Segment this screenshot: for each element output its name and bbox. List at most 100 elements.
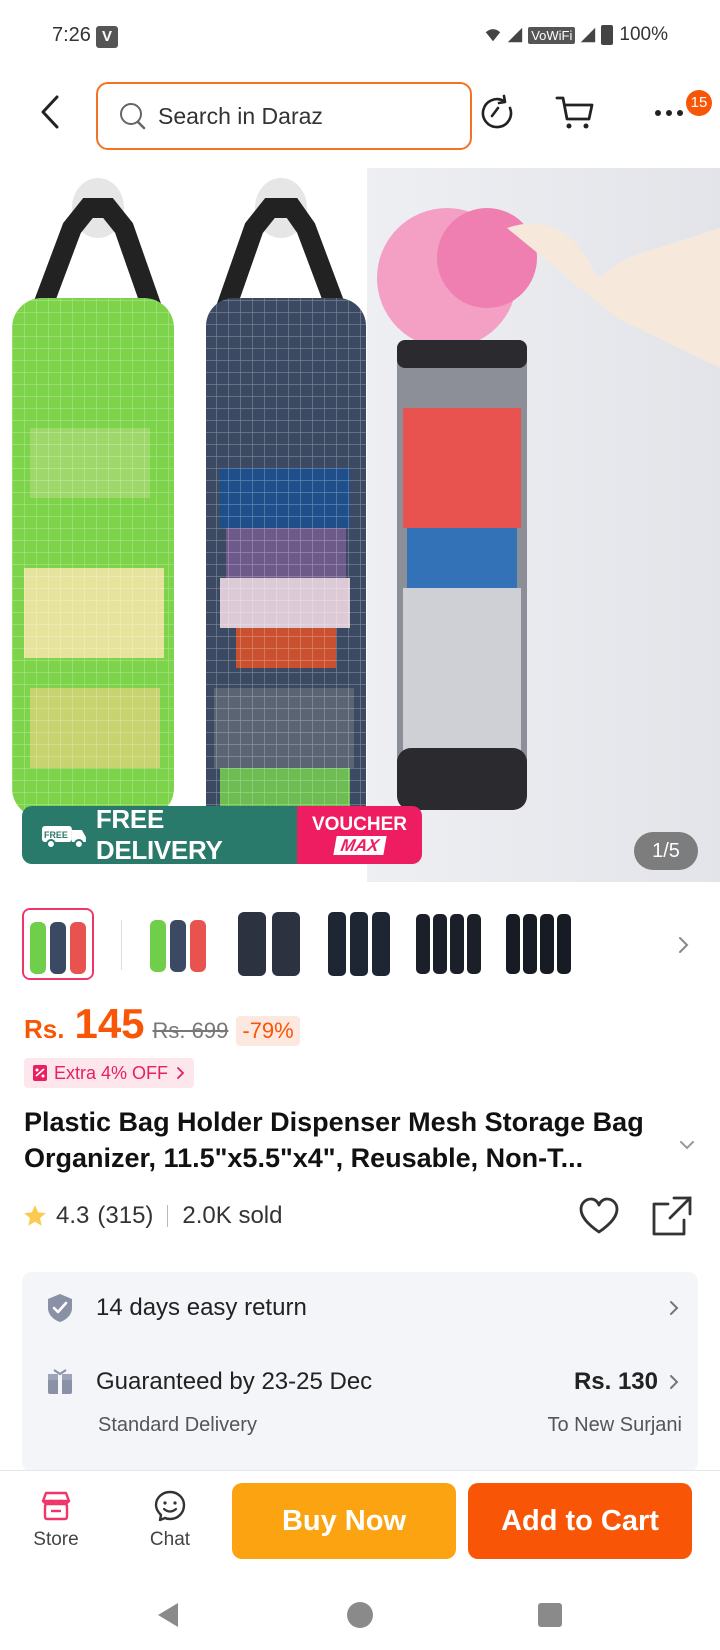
return-policy-text: 14 days easy return [96, 1294, 307, 1321]
vowifi-label: VoWiFi [528, 26, 576, 44]
add-to-cart-button[interactable]: Add to Cart [468, 1483, 692, 1559]
product-photo-bags [12, 178, 366, 858]
thumbnail-image [144, 908, 216, 980]
chevron-right-icon [670, 1375, 679, 1389]
package-icon [48, 1369, 72, 1394]
voucher-max-text: MAX [332, 836, 387, 855]
chevron-right-icon [679, 937, 689, 953]
share-icon [652, 1196, 692, 1236]
shield-check-icon [48, 1294, 72, 1322]
delivery-price: Rs. 130 [573, 1368, 658, 1395]
history-button[interactable] [474, 90, 520, 136]
wifi-icon [486, 29, 501, 42]
store-tab[interactable]: Store [16, 1489, 96, 1551]
cart-icon [555, 96, 594, 129]
product-image-gallery[interactable]: 1/5 [0, 168, 720, 882]
thumbnail-next-button[interactable] [672, 930, 696, 960]
thumbnail-strip [0, 900, 720, 990]
thumbnail-image [324, 908, 396, 980]
chevron-down-icon [680, 1141, 694, 1150]
store-label: Store [33, 1529, 79, 1550]
voucher-max-badge: VOUCHER MAX [297, 806, 422, 864]
carrier-badge: V [96, 26, 118, 48]
return-policy-row[interactable]: 14 days easy return [22, 1272, 698, 1342]
product-image-left [0, 168, 367, 882]
top-header: Search in Daraz [0, 78, 720, 154]
chevron-right-icon [177, 1067, 185, 1079]
nav-back-icon[interactable] [154, 1600, 184, 1630]
signal-icon [508, 27, 523, 43]
system-navigation-bar [0, 1578, 720, 1650]
product-photo-dispenser [377, 208, 720, 810]
thumbnail-2[interactable] [144, 908, 216, 980]
thumbnail-image [24, 910, 92, 978]
signal-icon-2 [581, 27, 596, 43]
thumbnail-image [504, 908, 576, 980]
star-icon [24, 1205, 46, 1226]
delivery-type-text: Standard Delivery [98, 1414, 257, 1436]
rating-value: 4.3 [56, 1202, 90, 1229]
chat-icon [154, 1490, 186, 1522]
thumbnail-1[interactable] [22, 908, 94, 980]
thumbnail-image [234, 908, 306, 980]
free-delivery-badge: FREE FREE DELIVERY [22, 806, 297, 864]
free-delivery-text: FREE DELIVERY [95, 806, 223, 864]
store-icon [41, 1491, 71, 1521]
status-icons: VoWiFi 100% [484, 24, 668, 46]
nav-recents-icon[interactable] [535, 1600, 565, 1630]
free-badge-text: FREE [44, 830, 68, 840]
title-expand-button[interactable] [676, 1134, 698, 1156]
discount-badge: -79% [236, 1016, 300, 1046]
more-icon [655, 110, 683, 116]
promo-banner: FREE FREE DELIVERY VOUCHER MAX [22, 806, 422, 864]
price-value: 145 [74, 1000, 145, 1047]
voucher-text: VOUCHER [311, 814, 407, 835]
cart-button[interactable] [552, 90, 598, 136]
cart-count-badge: 15 [686, 90, 712, 116]
gallery-counter: 1/5 [634, 832, 698, 870]
nav-home-icon[interactable] [345, 1600, 375, 1630]
product-title: Plastic Bag Holder Dispenser Mesh Storag… [24, 1107, 644, 1173]
sold-count: 2.0K sold [182, 1202, 283, 1229]
back-arrow-icon [41, 95, 59, 129]
chat-label: Chat [149, 1529, 191, 1550]
battery-icon [601, 25, 614, 45]
bottom-action-bar: Store Chat Buy Now Add to Cart [0, 1470, 720, 1578]
search-placeholder: Search in Daraz [158, 102, 323, 129]
rating-divider [167, 1205, 169, 1227]
history-icon [481, 94, 513, 129]
price-row: Rs. 145 Rs. 699 -79% [24, 1000, 300, 1054]
chevron-right-icon [670, 1301, 679, 1315]
delivery-row[interactable]: Guaranteed by 23-25 Dec Standard Deliver… [22, 1346, 698, 1466]
back-button[interactable] [30, 92, 70, 132]
chat-tab[interactable]: Chat [130, 1489, 210, 1551]
extra-offer-text: Extra 4% OFF [54, 1062, 169, 1083]
rating-count: (315) [97, 1202, 154, 1229]
more-button[interactable] [646, 90, 692, 136]
product-image-right [367, 168, 720, 882]
wishlist-button[interactable] [578, 1196, 620, 1238]
original-price: Rs. 699 [152, 1018, 229, 1043]
search-input[interactable]: Search in Daraz [96, 82, 472, 150]
thumbnail-3[interactable] [234, 908, 306, 980]
status-bar: 7:26 V VoWiFi 100% [0, 0, 720, 72]
rating-row[interactable]: 4.3 (315) 2.0K sold [22, 1196, 282, 1236]
thumbnail-4[interactable] [324, 908, 396, 980]
share-button[interactable] [650, 1194, 694, 1238]
buy-now-button[interactable]: Buy Now [232, 1483, 456, 1559]
thumbnail-divider [121, 920, 122, 970]
heart-icon [579, 1197, 619, 1234]
status-time: 7:26 [52, 24, 91, 46]
price-currency: Rs. [24, 1014, 65, 1044]
thumbnail-image [414, 908, 486, 980]
thumbnail-5[interactable] [414, 908, 486, 980]
thumbnail-6[interactable] [504, 908, 576, 980]
coupon-icon [33, 1065, 47, 1081]
service-info-card: 14 days easy return Guaranteed by 23-25 … [22, 1272, 698, 1472]
battery-level: 100% [619, 24, 668, 45]
extra-offer-chip[interactable]: Extra 4% OFF [24, 1058, 195, 1088]
delivery-guarantee-text: Guaranteed by 23-25 Dec [96, 1368, 373, 1395]
delivery-truck-icon: FREE [41, 826, 86, 849]
delivery-destination: To New Surjani [547, 1414, 682, 1436]
search-icon [120, 103, 146, 130]
